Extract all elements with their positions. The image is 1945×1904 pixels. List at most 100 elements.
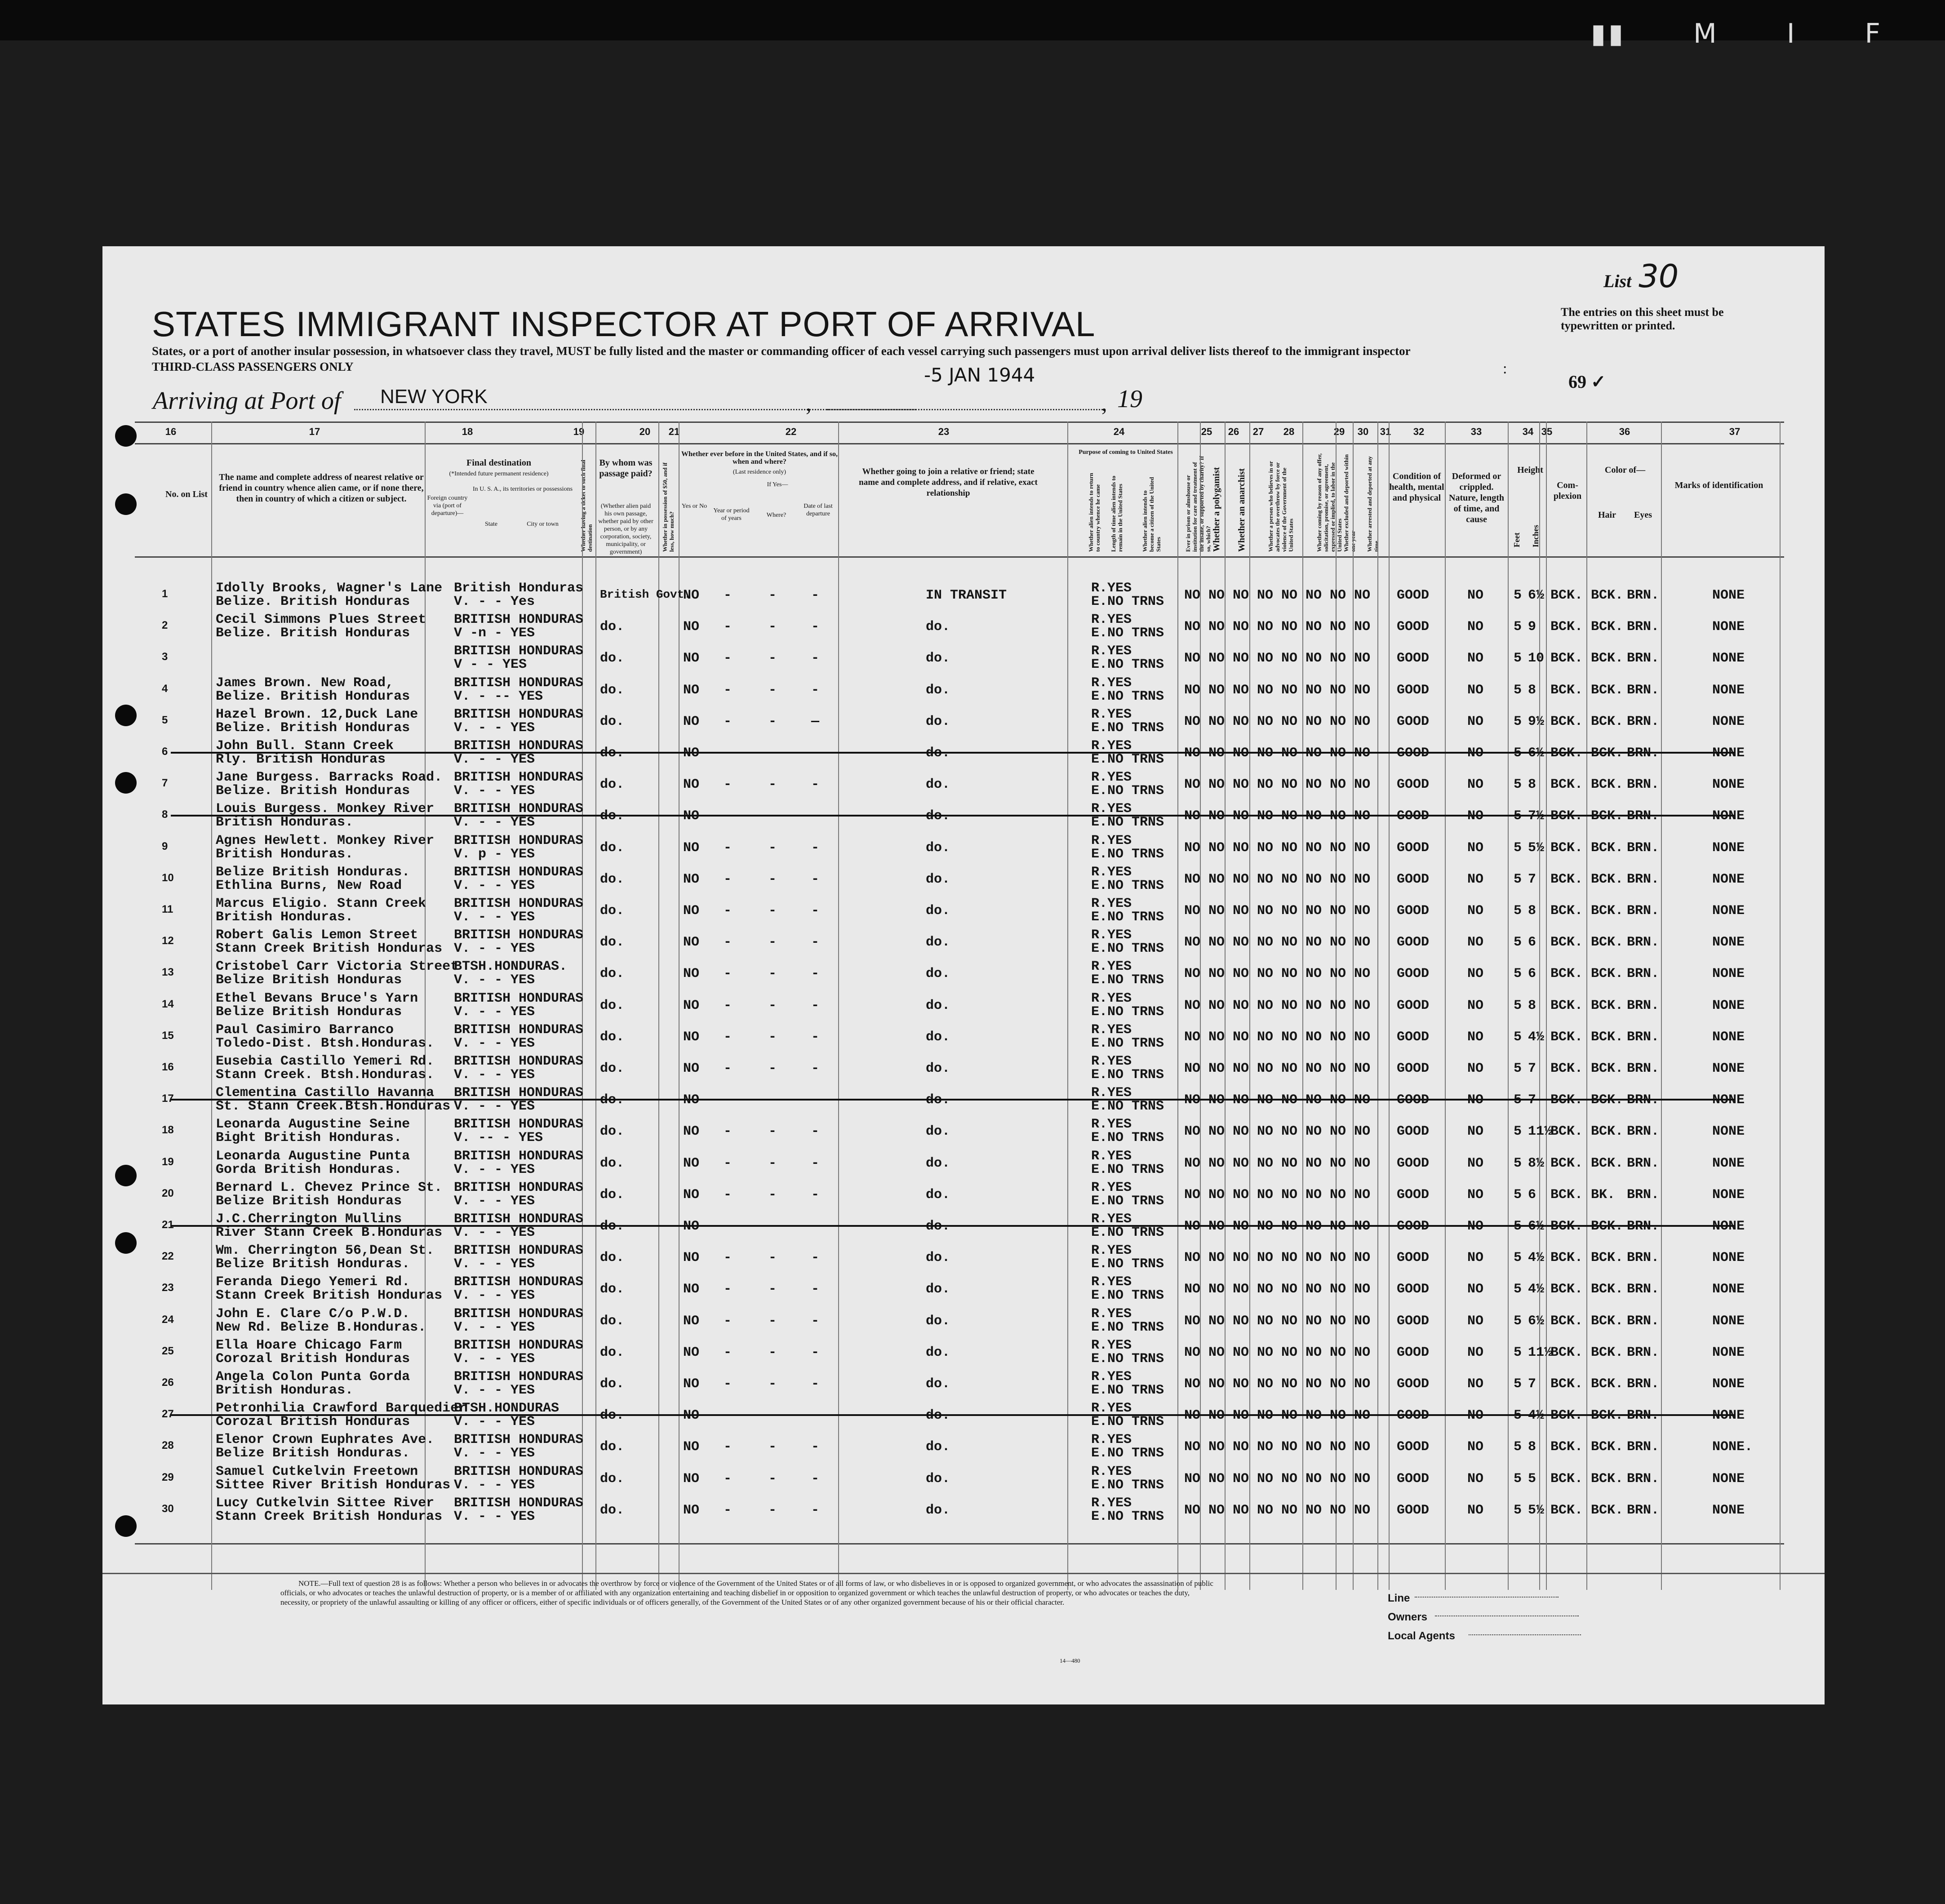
complexion: BCK.: [1550, 903, 1583, 919]
row-number: 21: [162, 1219, 174, 1231]
table-row: 12 Robert Galis Lemon Street BRITISH HONDU…: [135, 927, 1784, 958]
years-in-us: -: [724, 1029, 732, 1045]
complexion: BCK.: [1550, 1219, 1583, 1234]
column-number: 35: [1541, 426, 1553, 437]
ever-in-us: NO: [683, 1471, 700, 1487]
ever-in-us: NO: [683, 1187, 700, 1203]
header-passage-note: (Whether alien paid his own passage, whe…: [598, 503, 653, 555]
deformed: NO: [1467, 1313, 1484, 1329]
height-feet: 5: [1514, 871, 1522, 887]
health-condition: GOOD: [1397, 682, 1430, 698]
joining-relative: do.: [926, 746, 950, 761]
health-condition: GOOD: [1397, 1092, 1430, 1108]
passage-paid-by: do.: [600, 808, 625, 824]
health-condition: GOOD: [1397, 651, 1430, 666]
years-in-us: -: [724, 1313, 732, 1329]
questions-25-31: NO NO NO NO NO NO NO NO: [1184, 1187, 1371, 1203]
table-row: 15 Paul Casimiro Barranco BRITISH HONDURAS…: [135, 1021, 1784, 1053]
ever-in-us: NO: [683, 777, 700, 793]
years-in-us: -: [724, 1092, 732, 1108]
destination-detail: V. - - YES: [454, 1067, 535, 1083]
relative-name: Feranda Diego Yemeri Rd.: [216, 1274, 410, 1290]
purpose-return: R.YES: [1091, 581, 1132, 596]
where-in-us: -: [768, 1124, 777, 1140]
health-condition: GOOD: [1397, 1376, 1430, 1392]
relative-name: Robert Galis Lemon Street: [216, 928, 418, 943]
complexion: BCK.: [1550, 619, 1583, 635]
purpose-transit: E.NO TRNS: [1091, 594, 1164, 609]
hair-color: BCK.: [1591, 1061, 1624, 1076]
purpose-transit: E.NO TRNS: [1091, 657, 1164, 673]
relative-address: Belize. British Honduras: [216, 783, 410, 799]
last-departure: -: [811, 903, 820, 919]
height-feet: 5: [1514, 682, 1522, 698]
identification-marks: NONE.: [1712, 1439, 1753, 1455]
row-number: 2: [162, 619, 168, 632]
destination-detail: V. - - YES: [454, 783, 535, 799]
last-departure: -: [811, 935, 820, 950]
where-in-us: -: [768, 682, 777, 698]
row-number: 30: [162, 1502, 174, 1515]
header-rule: [135, 556, 1784, 558]
height-inches: 7: [1528, 1061, 1536, 1076]
table-row: 13 Cristobel Carr Victoria Street BTSH.HON…: [135, 958, 1784, 990]
where-in-us: -: [768, 1219, 777, 1234]
passage-paid-by: do.: [600, 1029, 625, 1045]
header-fifty-dollars: Whether in possession of $50, and if les…: [662, 462, 675, 552]
where-in-us: -: [768, 1313, 777, 1329]
joining-relative: do.: [926, 777, 950, 793]
table-row: 29 Samuel Cutkelvin Freetown BRITISH HONDU…: [135, 1463, 1784, 1495]
passage-paid-by: do.: [600, 682, 625, 698]
complexion: BCK.: [1550, 966, 1583, 982]
agents-label: Local Agents: [1388, 1630, 1455, 1642]
questions-25-31: NO NO NO NO NO NO NO NO: [1184, 840, 1371, 856]
where-in-us: -: [768, 840, 777, 856]
questions-25-31: NO NO NO NO NO NO NO NO: [1184, 1219, 1371, 1234]
relative-name: John E. Clare C/o P.W.D.: [216, 1306, 410, 1322]
relative-name: Wm. Cherrington 56,Dean St.: [216, 1243, 435, 1259]
relative-address: British Honduras.: [216, 1383, 354, 1398]
column-number: 22: [785, 426, 797, 437]
passage-paid-by: do.: [600, 1376, 625, 1392]
purpose-transit: E.NO TRNS: [1091, 910, 1164, 925]
joining-relative: do.: [926, 1439, 950, 1455]
identification-marks: NONE: [1712, 998, 1745, 1013]
years-in-us: -: [724, 1282, 732, 1297]
column-number: 23: [938, 426, 950, 437]
destination-country: BRITISH HONDURAS: [454, 612, 584, 628]
joining-relative: do.: [926, 1092, 950, 1108]
height-feet: 5: [1514, 903, 1522, 919]
relative-name: Louis Burgess. Monkey River: [216, 801, 435, 817]
height-feet: 5: [1514, 840, 1522, 856]
last-departure: -: [811, 871, 820, 887]
header-height: Height: [1517, 465, 1543, 475]
purpose-return: R.YES: [1091, 801, 1132, 817]
questions-25-31: NO NO NO NO NO NO NO NO: [1184, 1282, 1371, 1297]
identification-marks: NONE: [1712, 1313, 1745, 1329]
deformed: NO: [1467, 777, 1484, 793]
height-feet: 5: [1514, 588, 1522, 603]
passage-paid-by: do.: [600, 840, 625, 856]
ever-in-us: NO: [683, 903, 700, 919]
height-feet: 5: [1514, 998, 1522, 1013]
destination-country: BTSH.HONDURAS.: [454, 959, 568, 975]
table-row: 10 Belize British Honduras. BRITISH HONDUR…: [135, 864, 1784, 895]
health-condition: GOOD: [1397, 1345, 1430, 1360]
eye-color: BRN.: [1627, 651, 1660, 666]
destination-detail: V. - - YES: [454, 1351, 535, 1367]
height-feet: 5: [1514, 1345, 1522, 1360]
list-number: List 30: [1603, 258, 1679, 295]
subtitle: States, or a port of another insular pos…: [152, 343, 1572, 375]
table-row: 30 Lucy Cutkelvin Sittee River BRITISH HON…: [135, 1495, 1784, 1526]
health-condition: GOOD: [1397, 808, 1430, 824]
identification-marks: NONE: [1712, 1187, 1745, 1203]
hair-color: BCK.: [1591, 1439, 1624, 1455]
hair-color: BCK.: [1591, 777, 1624, 793]
years-in-us: -: [724, 746, 732, 761]
where-in-us: -: [768, 1187, 777, 1203]
years-in-us: -: [724, 903, 732, 919]
table-row: 14 Ethel Bevans Bruce's Yarn BRITISH HONDU…: [135, 990, 1784, 1021]
eye-color: BRN.: [1627, 840, 1660, 856]
row-number: 15: [162, 1029, 174, 1042]
joining-relative: do.: [926, 1187, 950, 1203]
